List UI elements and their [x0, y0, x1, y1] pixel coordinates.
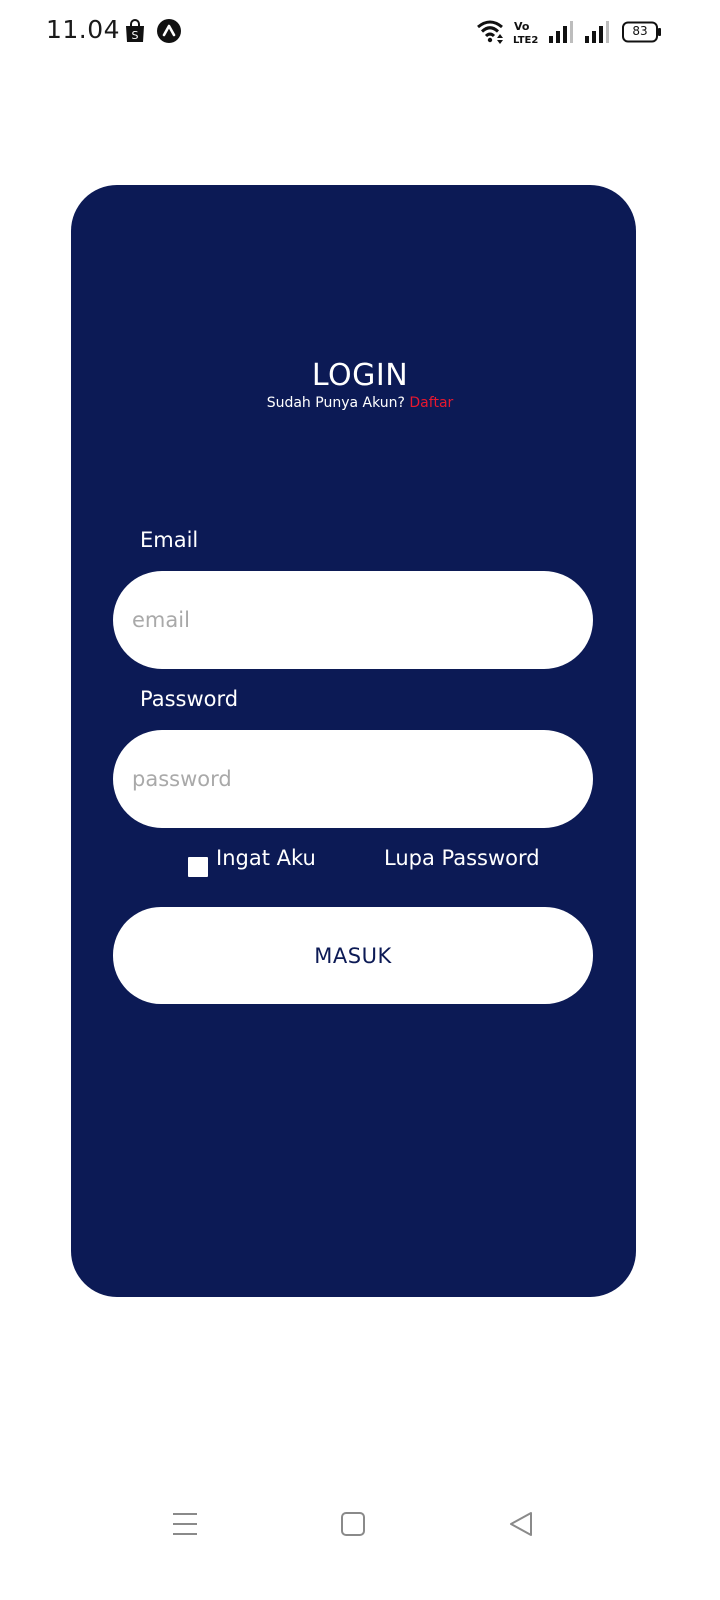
wifi-icon	[477, 20, 503, 44]
home-icon[interactable]	[339, 1508, 367, 1540]
signal-1-icon	[549, 21, 573, 43]
register-prompt: Sudah Punya Akun? Daftar	[0, 395, 720, 411]
status-bar: 11.04 S Vo LTE2 83	[0, 0, 720, 64]
battery-level: 83	[632, 24, 648, 38]
email-label: Email	[140, 528, 199, 552]
login-submit-button[interactable]: MASUK	[113, 907, 593, 1004]
remember-label[interactable]: Ingat Aku	[216, 846, 316, 870]
svg-text:Vo: Vo	[514, 20, 530, 33]
login-submit-label: MASUK	[314, 943, 392, 968]
email-input[interactable]	[113, 571, 593, 669]
forgot-password-link[interactable]: Lupa Password	[384, 846, 540, 870]
volte-icon: Vo LTE2	[513, 20, 538, 46]
battery-icon: 83	[622, 21, 662, 43]
app-a-icon	[157, 19, 181, 43]
register-prompt-text: Sudah Punya Akun?	[266, 395, 405, 411]
shopee-app-icon: S	[126, 19, 144, 42]
status-time: 11.04	[46, 15, 121, 44]
navigation-bar	[0, 1490, 720, 1600]
password-input[interactable]	[113, 730, 593, 828]
password-label: Password	[140, 687, 239, 711]
remember-checkbox[interactable]	[188, 857, 208, 877]
register-link[interactable]: Daftar	[409, 395, 453, 411]
svg-text:LTE2: LTE2	[513, 35, 538, 46]
login-screen: 11.04 S Vo LTE2 83 LOGIN Sudah Punya Aku…	[0, 0, 720, 1600]
svg-text:S: S	[132, 29, 139, 42]
login-title: LOGIN	[311, 358, 409, 393]
back-icon[interactable]	[506, 1508, 536, 1540]
signal-2-icon	[585, 21, 609, 43]
menu-icon[interactable]	[170, 1508, 200, 1540]
